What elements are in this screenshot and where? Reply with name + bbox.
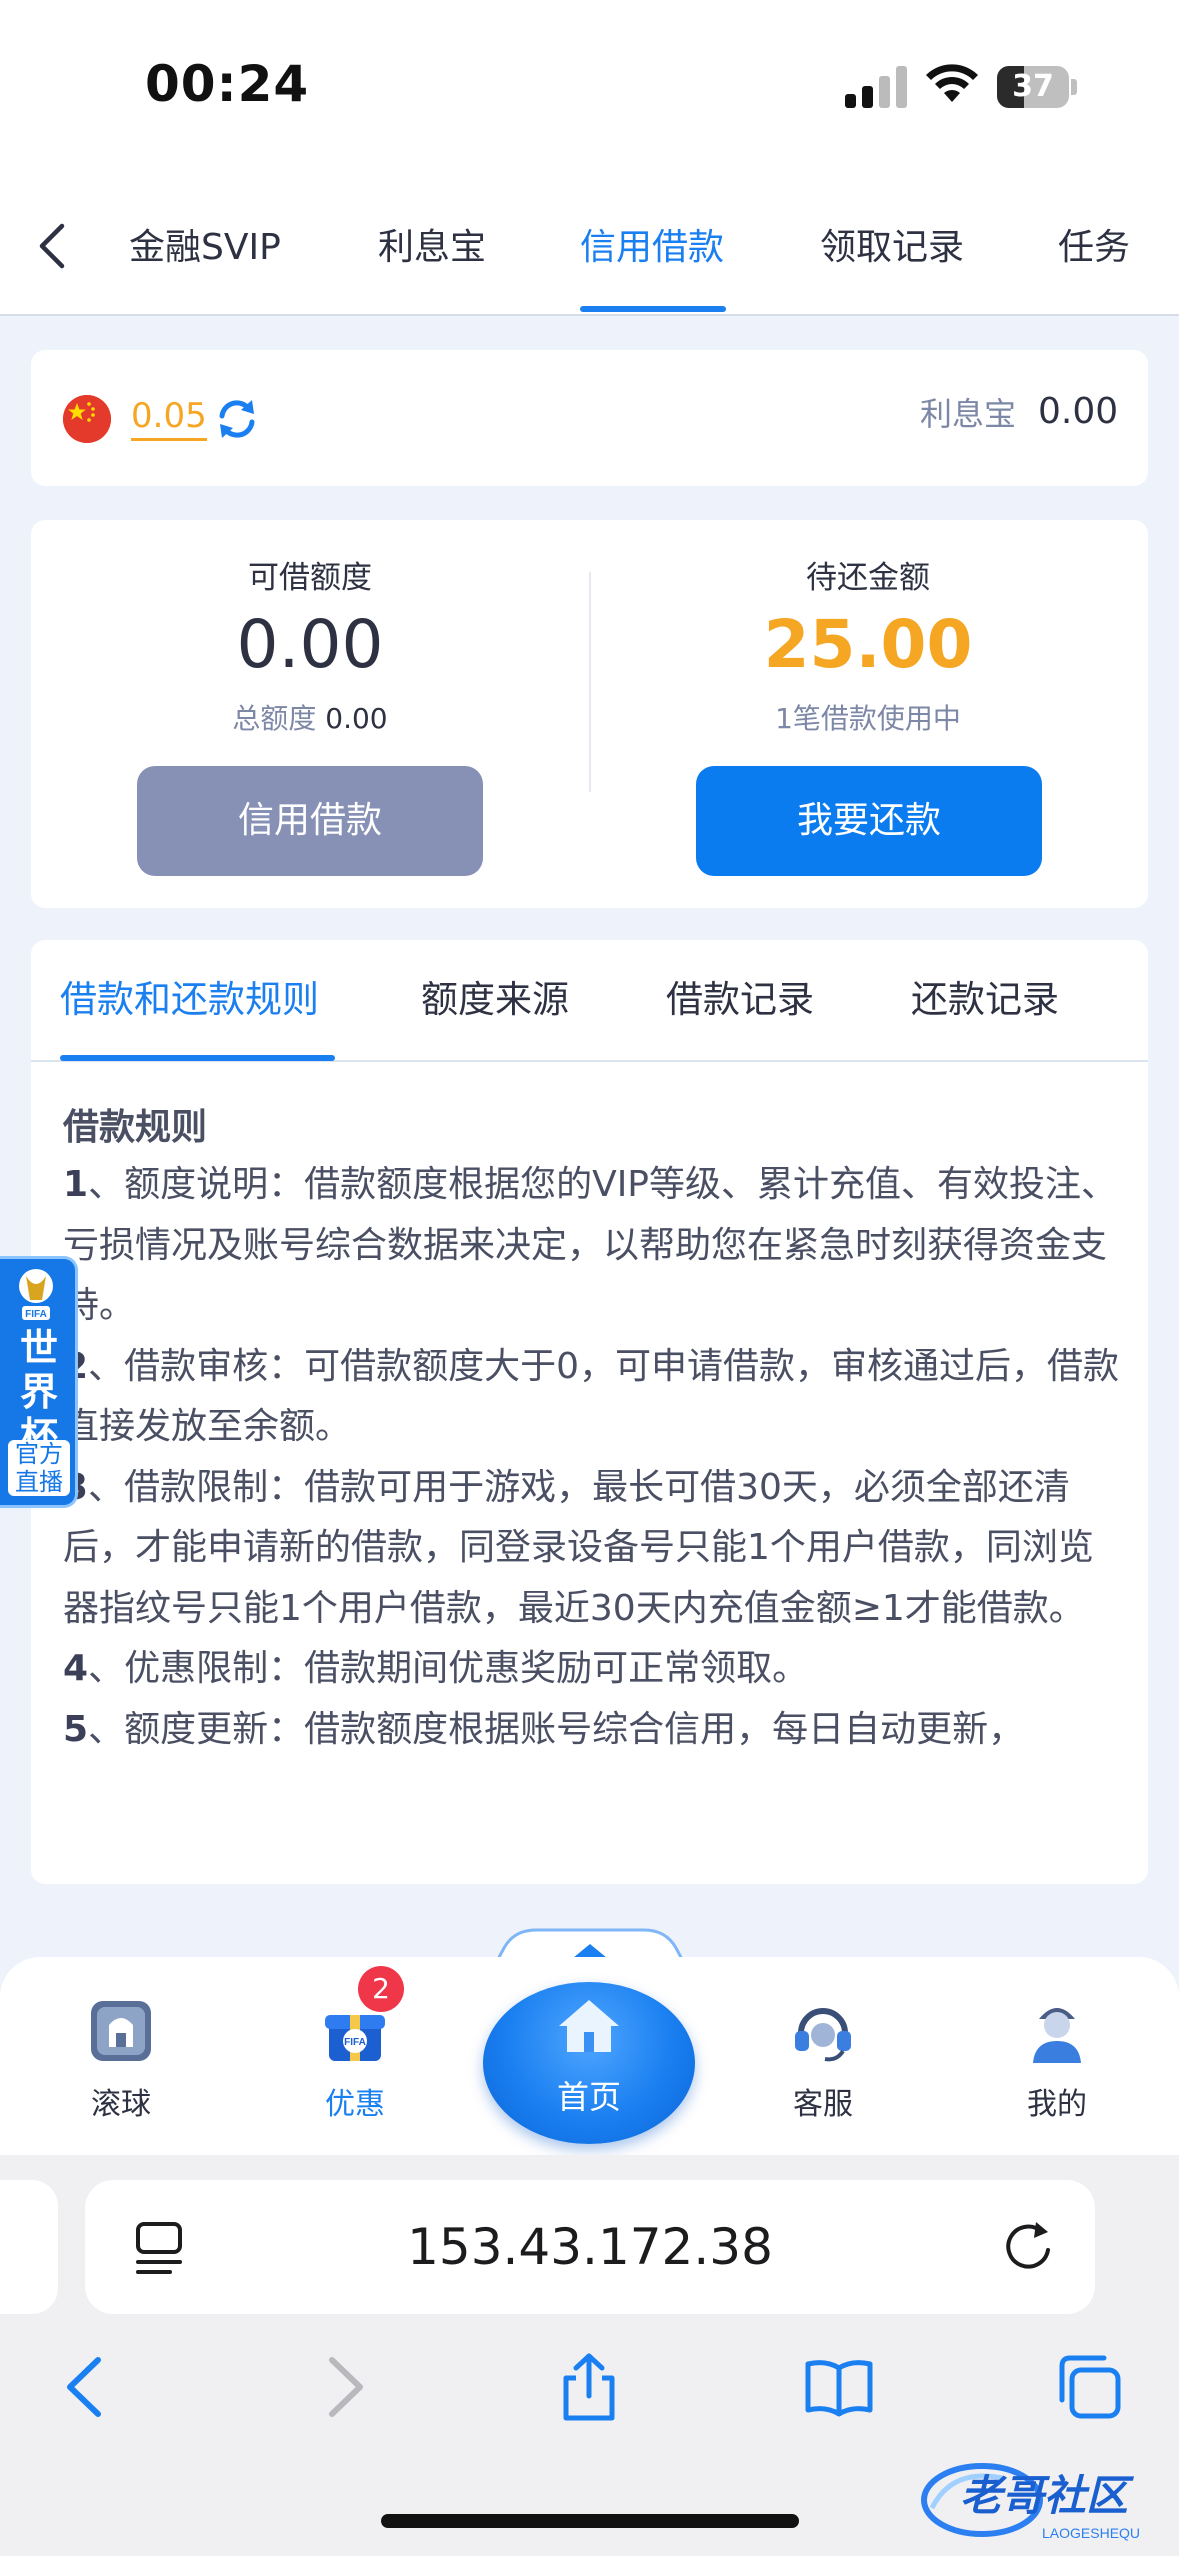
- browser-forward-icon[interactable]: [308, 2352, 378, 2422]
- tab-my-account[interactable]: 我的: [977, 1995, 1137, 2123]
- top-tab-tasks[interactable]: 任务: [1058, 218, 1130, 278]
- china-flag-icon: [63, 395, 111, 443]
- available-credit-label: 可借额度: [248, 560, 372, 596]
- wifi-icon: [926, 64, 978, 102]
- lixibao-value: 0.00: [1038, 391, 1119, 432]
- pending-amount-value: 25.00: [763, 606, 973, 683]
- pending-loan-note: 1笔借款使用中: [775, 702, 961, 735]
- rule-item: 5、额度更新：借款额度根据账号综合信用，每日自动更新，: [63, 1708, 1025, 1750]
- back-chevron-icon[interactable]: [32, 218, 72, 274]
- bookmarks-icon[interactable]: [804, 2352, 874, 2422]
- tab-customer-service[interactable]: 客服: [743, 1995, 903, 2123]
- watermark-text: 老哥社区: [960, 2471, 1129, 2520]
- tab-credit-source[interactable]: 额度来源: [421, 970, 569, 1030]
- top-tab-svip[interactable]: 金融SVIP: [129, 218, 281, 278]
- pending-amount-label: 待还金额: [806, 560, 930, 596]
- share-icon[interactable]: [554, 2352, 624, 2422]
- total-credit-value: 0.00: [325, 702, 388, 735]
- rule-item: 2、借款审核：可借款额度大于0，可申请借款，审核通过后，借款直接发放至余额。: [63, 1345, 1119, 1448]
- svg-text:FIFA: FIFA: [25, 1309, 47, 1320]
- svg-text:LAOGESHEQU: LAOGESHEQU: [1042, 2525, 1140, 2541]
- battery-icon: 37: [997, 66, 1077, 108]
- lixibao-label: 利息宝: [920, 395, 1017, 433]
- credit-loan-button[interactable]: 信用借款: [137, 766, 483, 876]
- top-tab-claim-records[interactable]: 领取记录: [820, 218, 964, 278]
- tab-promotions[interactable]: FIFA 优惠: [275, 1995, 435, 2123]
- tab-repay-records[interactable]: 还款记录: [911, 970, 1059, 1030]
- reload-icon[interactable]: [998, 2218, 1058, 2278]
- status-time: 00:24: [145, 55, 310, 113]
- rule-item: 4、优惠限制：借款期间优惠奖励可正常领取。: [63, 1648, 809, 1689]
- rule-item: 1、额度说明：借款额度根据您的VIP等级、累计充值、有效投注、亏损情况及账号综合…: [63, 1164, 1118, 1326]
- headset-icon: [795, 2008, 851, 2062]
- world-cup-subtitle: 官方直播: [8, 1440, 70, 1496]
- available-credit-value: 0.00: [236, 606, 384, 683]
- repay-button[interactable]: 我要还款: [696, 766, 1042, 876]
- tab-loan-records[interactable]: 借款记录: [666, 970, 814, 1030]
- svg-text:FIFA: FIFA: [344, 2037, 366, 2048]
- live-ball-icon: [91, 2001, 151, 2061]
- wallet-balance: 0.05: [131, 394, 207, 441]
- active-tab-indicator: [580, 306, 726, 312]
- rules-list: 1、额度说明：借款额度根据您的VIP等级、累计充值、有效投注、亏损情况及账号综合…: [63, 1155, 1123, 1760]
- battery-level: 37: [1012, 69, 1054, 104]
- rules-title: 借款规则: [63, 1107, 208, 1148]
- total-credit-label: 总额度: [232, 702, 317, 735]
- tabs-overview-icon[interactable]: [1054, 2352, 1124, 2422]
- rules-active-indicator: [60, 1055, 335, 1061]
- home-indicator: [381, 2514, 799, 2528]
- tab-live-ball[interactable]: 滚球: [41, 1995, 201, 2123]
- top-tab-credit-loan[interactable]: 信用借款: [580, 218, 724, 278]
- refresh-icon[interactable]: [214, 396, 260, 442]
- top-tab-lixibao[interactable]: 利息宝: [378, 218, 486, 278]
- world-cup-trophy-icon: FIFA: [12, 1266, 60, 1324]
- home-icon: [559, 2000, 619, 2052]
- user-icon: [1033, 2008, 1081, 2063]
- rule-item: 3、借款限制：借款可用于游戏，最长可借30天，必须全部还清后，才能申请新的借款，…: [63, 1466, 1094, 1629]
- browser-back-icon[interactable]: [52, 2352, 122, 2422]
- home-label: 首页: [556, 2078, 621, 2116]
- cellular-signal-icon: [845, 66, 907, 108]
- tab-loan-rules[interactable]: 借款和还款规则: [60, 970, 319, 1030]
- world-cup-title: 世界杯: [19, 1326, 58, 1458]
- loan-divider: [589, 572, 591, 792]
- promotions-count-badge: 2: [358, 1966, 404, 2012]
- previous-tab-preview[interactable]: [0, 2180, 58, 2314]
- url-text: 153.43.172.38: [407, 2218, 773, 2276]
- total-credit: 总额度 0.00: [60, 697, 560, 737]
